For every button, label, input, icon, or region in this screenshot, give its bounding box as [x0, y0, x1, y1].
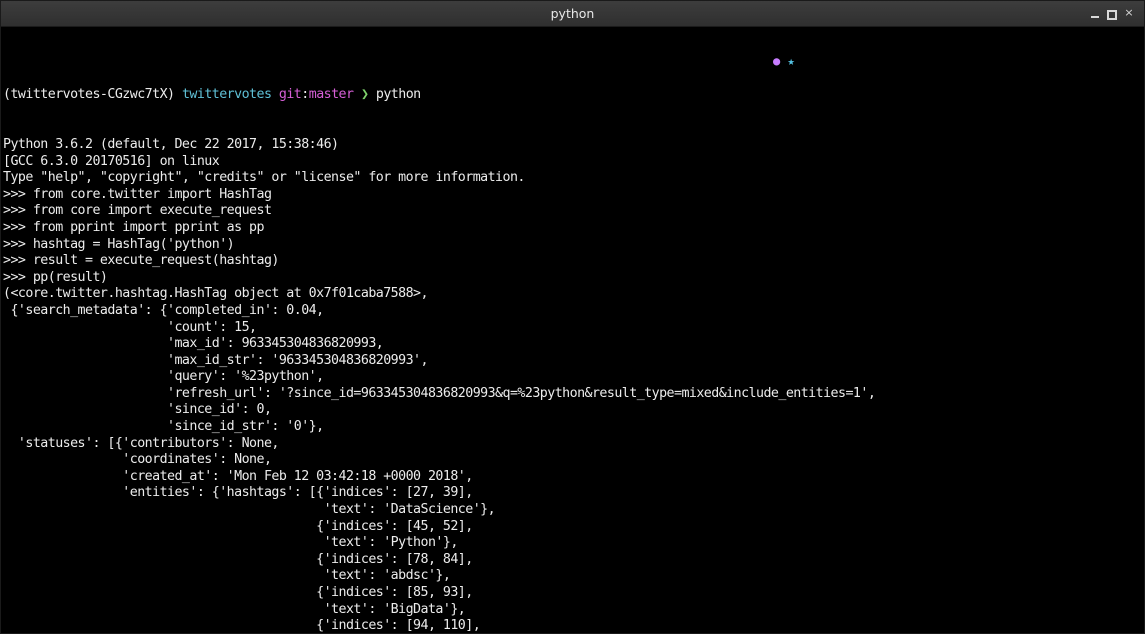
output-line: 'coordinates': None,: [3, 452, 272, 468]
terminal-window: python × (twittervotes-CGzwc7tX) twitter…: [0, 0, 1145, 634]
output-line: Type "help", "copyright", "credits" or "…: [3, 170, 525, 186]
output-line: Python 3.6.2 (default, Dec 22 2017, 15:3…: [3, 136, 339, 152]
maximize-icon: [1107, 10, 1117, 20]
output-line: {'search_metadata': {'completed_in': 0.0…: [3, 302, 324, 318]
output-line: {'indices': [45, 52],: [3, 518, 473, 534]
output-line: 'created_at': 'Mon Feb 12 03:42:18 +0000…: [3, 468, 473, 484]
prompt-arrow-icon: ❯: [360, 87, 369, 103]
output-line: 'text': 'Python'},: [3, 535, 459, 551]
output-line: 'max_id_str': '963345304836820993',: [3, 352, 429, 368]
output-line: 'query': '%23python',: [3, 369, 324, 385]
output-line: >>> from pprint import pprint as pp: [3, 219, 265, 235]
terminal-output[interactable]: (twittervotes-CGzwc7tX) twittervotes git…: [1, 27, 1144, 633]
minimize-button[interactable]: [1090, 6, 1100, 20]
shell-prompt-line: (twittervotes-CGzwc7tX) twittervotes git…: [3, 87, 1144, 104]
output-line: {'indices': [78, 84],: [3, 551, 473, 567]
output-line: >>> pp(result): [3, 269, 108, 285]
git-label: git: [278, 87, 302, 103]
window-controls: ×: [1090, 6, 1134, 20]
status-star-icon: ★: [787, 54, 795, 68]
close-icon: ×: [1124, 6, 1134, 19]
output-line: 'text': 'BigData'},: [3, 601, 466, 617]
output-line: {'indices': [94, 110],: [3, 618, 481, 634]
title-bar[interactable]: python ×: [1, 1, 1144, 27]
output-line: [GCC 6.3.0 20170516] on linux: [3, 153, 220, 169]
output-line: >>> from core.twitter import HashTag: [3, 186, 272, 202]
output-line: 'since_id_str': '0'},: [3, 419, 324, 435]
output-line: 'text': 'abdsc'},: [3, 568, 451, 584]
venv-name: (twittervotes-CGzwc7tX): [3, 87, 175, 103]
typed-command: python: [375, 87, 421, 103]
git-branch: master: [308, 87, 354, 103]
output-line: {'indices': [85, 93],: [3, 585, 473, 600]
output-line: 'statuses': [{'contributors': None,: [3, 435, 280, 451]
close-button[interactable]: ×: [1124, 6, 1134, 20]
window-title: python: [550, 6, 595, 21]
output-line: >>> hashtag = HashTag('python'): [3, 236, 235, 252]
output-line: 'text': 'DataScience'},: [3, 502, 496, 518]
output-lines: Python 3.6.2 (default, Dec 22 2017, 15:3…: [3, 136, 1144, 634]
output-line: >>> from core import execute_request: [3, 203, 272, 219]
git-colon: :: [301, 87, 309, 103]
status-dot-icon: ●: [773, 54, 781, 68]
minimize-icon: [1091, 16, 1099, 18]
current-directory: twittervotes: [181, 87, 272, 103]
output-line: 'refresh_url': '?since_id=96334530483682…: [3, 385, 876, 401]
output-line: 'max_id': 963345304836820993,: [3, 336, 384, 352]
maximize-button[interactable]: [1107, 6, 1117, 20]
output-line: 'since_id': 0,: [3, 402, 272, 418]
output-line: (<core.twitter.hashtag.HashTag object at…: [3, 286, 429, 302]
prompt-status-icons: ● ★: [773, 53, 795, 69]
output-line: 'count': 15,: [3, 319, 257, 335]
output-line: 'entities': {'hashtags': [{'indices': [2…: [3, 485, 473, 501]
output-line: >>> result = execute_request(hashtag): [3, 253, 279, 269]
